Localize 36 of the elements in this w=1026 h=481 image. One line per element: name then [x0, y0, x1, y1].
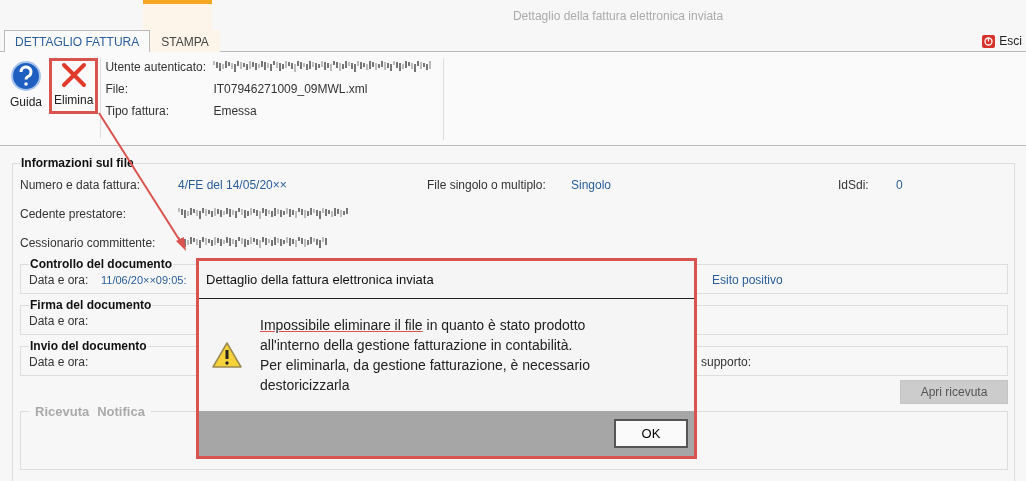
- field-value: Esito positivo: [712, 273, 783, 287]
- field-label: Numero e data fattura:: [20, 177, 142, 192]
- open-receipt-button[interactable]: Apri ricevuta: [900, 380, 1008, 404]
- help-button[interactable]: Guida: [5, 58, 48, 114]
- field-label: Cessionario committente:: [20, 235, 157, 250]
- section-title: Invio del documento: [29, 339, 148, 353]
- field-label: Tipo fattura:: [105, 104, 170, 118]
- dialog-title: Dettaglio della fattura elettronica inviata: [206, 272, 434, 287]
- tab[interactable]: STAMPA: [150, 30, 220, 52]
- help-icon: [11, 61, 41, 91]
- power-icon: [982, 34, 996, 48]
- field-label: Utente autenticato:: [105, 60, 208, 74]
- warning-icon: [211, 341, 243, 369]
- tab[interactable]: DETTAGLIO FATTURA: [4, 30, 151, 52]
- field-label: File:: [105, 82, 130, 96]
- field-label: supporto:: [701, 355, 752, 369]
- field-label: Data e ora:: [29, 314, 90, 328]
- field-label: File singolo o multiplo:: [427, 177, 547, 192]
- field-value: 4/FE del 14/05/20××: [178, 177, 287, 192]
- field-value: Singolo: [571, 177, 612, 192]
- section-title: Firma del documento: [29, 298, 153, 312]
- field-label: IdSdi:: [838, 177, 870, 192]
- section-title: Controllo del documento: [29, 257, 173, 271]
- field-value: 11/06/20××09:05:: [101, 274, 187, 286]
- close-icon: [59, 61, 88, 89]
- field-label: Cedente prestatore:: [20, 206, 128, 221]
- delete-button[interactable]: Elimina: [49, 58, 99, 114]
- field-value: IT07946271009_09MWL.xml: [213, 82, 369, 96]
- field-label: Data e ora:: [29, 355, 90, 369]
- field-label: Data e ora:: [29, 273, 90, 287]
- dialog-message: Impossibile eliminare il file in quanto è stato prodotto all'interno della gestione fatturazione in contabilità. Per eliminarla, da gestione fatturazione, è necessario destoricizzarla: [260, 316, 590, 395]
- field-value: 0: [896, 177, 903, 192]
- ok-button[interactable]: OK: [614, 419, 688, 448]
- window-title: Dettaglio della fattura elettronica inviata: [512, 9, 724, 23]
- field-value: Emessa: [213, 104, 258, 118]
- exit-link[interactable]: Esci: [999, 34, 1022, 48]
